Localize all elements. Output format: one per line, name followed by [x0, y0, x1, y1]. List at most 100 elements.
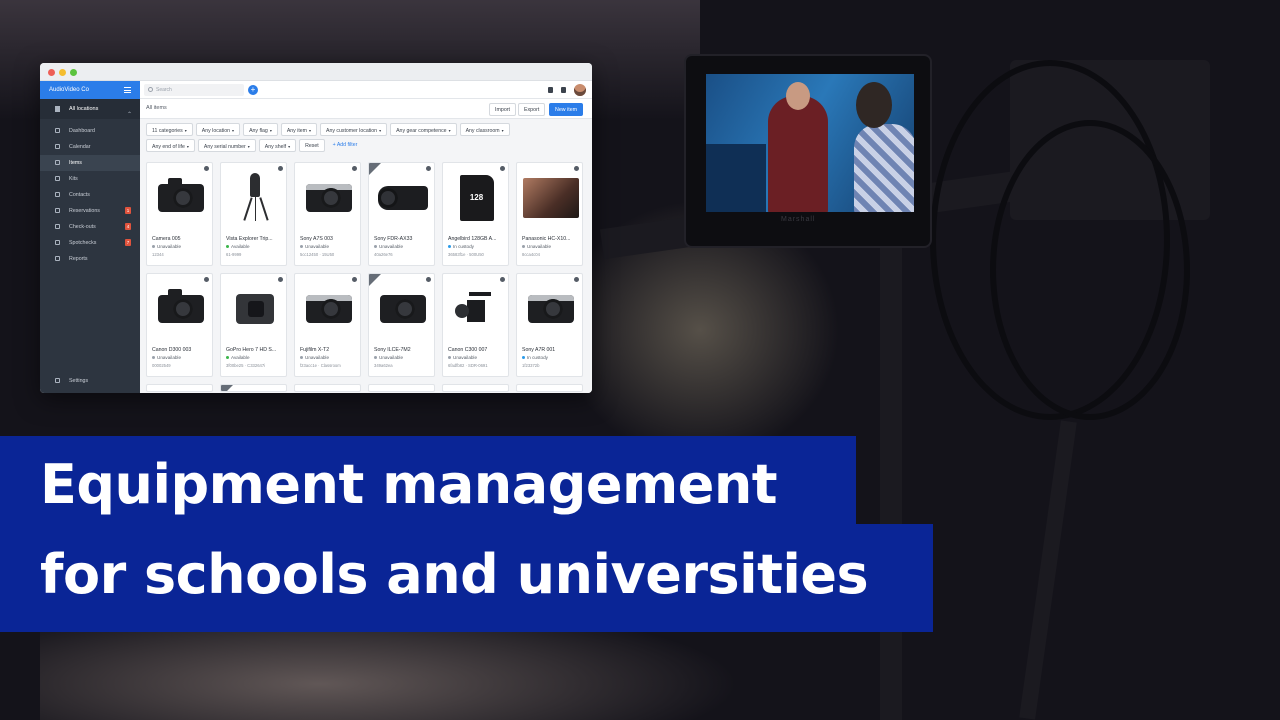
item-name: Sony ILCE-7M2: [374, 347, 411, 353]
quick-add-button[interactable]: +: [248, 85, 258, 95]
sidebar-item-settings[interactable]: Settings: [40, 373, 140, 389]
select-checkbox[interactable]: [574, 277, 579, 282]
item-card[interactable]: Vista Explorer Trip... Available 61-9999: [220, 162, 287, 266]
item-name: Angelbird 128GB A...: [448, 236, 497, 242]
sidebar-item-label: Check-outs: [69, 224, 96, 230]
item-card[interactable]: Sony ILCE-7M2 Unavailable 349a62ea: [368, 273, 435, 377]
item-card[interactable]: Panasonic HC-X10... Unavailable 8cca4c04: [516, 162, 583, 266]
item-thumbnail: [521, 170, 580, 225]
item-card[interactable]: [516, 384, 583, 392]
sidebar-item-items[interactable]: Items: [40, 155, 140, 171]
filter-bar: 11 categories ▾ Any location ▾ Any flag ▾ A…: [140, 119, 560, 152]
import-button[interactable]: Import: [489, 103, 517, 116]
filter-label: Any item: [286, 128, 308, 134]
mirrorless-camera-icon: [305, 294, 352, 323]
add-filter-link[interactable]: + Add filter: [328, 139, 363, 152]
new-item-button[interactable]: New item: [549, 103, 584, 116]
select-checkbox[interactable]: [500, 166, 505, 171]
presenter-head: [786, 82, 810, 110]
item-name: Canon C300 007: [448, 347, 488, 353]
filter-customer-location[interactable]: Any customer location ▾: [320, 123, 388, 136]
filter-location[interactable]: Any location ▾: [195, 123, 241, 136]
export-button[interactable]: Export: [518, 103, 546, 116]
item-card[interactable]: Canon D300 003 Unavailable 00002549: [146, 273, 213, 377]
items-icon: [55, 160, 60, 165]
gear-icon: [55, 378, 60, 383]
item-card[interactable]: Canon C300 007 Unavailable 6fadfb82 · SD…: [442, 273, 509, 377]
item-card[interactable]: GoPro Hero 7 HD S... Available 3f00be25 …: [220, 273, 287, 377]
count-badge: 7: [125, 239, 131, 246]
item-thumbnail: [373, 281, 432, 336]
select-checkbox[interactable]: [278, 277, 283, 282]
item-status: Unavailable: [374, 355, 403, 360]
caret-down-icon: ▾: [247, 144, 250, 149]
filter-label: Any customer location: [326, 128, 378, 134]
spotchecks-icon: [55, 240, 60, 245]
select-checkbox[interactable]: [204, 277, 209, 282]
monitor-brand: Marshall: [781, 216, 816, 223]
location-selector[interactable]: All locations ⌃: [40, 99, 140, 119]
filter-label: Any shelf: [264, 144, 287, 150]
filter-shelf[interactable]: Any shelf ▾: [258, 139, 297, 152]
sidebar-item-reports[interactable]: Reports: [40, 251, 140, 267]
item-card[interactable]: 128 Angelbird 128GB A... In custody 3658…: [442, 162, 509, 266]
item-card[interactable]: Sony A7R 001 In custody 1f23372b: [516, 273, 583, 377]
headline-line-1: Equipment management: [40, 453, 778, 516]
sidebar-item-reservations[interactable]: Reservations 1: [40, 203, 140, 219]
select-checkbox[interactable]: [426, 166, 431, 171]
dashboard-icon: [55, 128, 60, 133]
minimize-window-button[interactable]: [59, 69, 66, 76]
sidebar-item-kits[interactable]: Kits: [40, 171, 140, 187]
filter-item[interactable]: Any item ▾: [280, 123, 318, 136]
studio-chair: [706, 144, 766, 212]
item-meta: 5cc12450 · 15U50: [300, 252, 335, 257]
select-checkbox[interactable]: [352, 166, 357, 171]
close-window-button[interactable]: [48, 69, 55, 76]
item-card[interactable]: [146, 384, 213, 392]
sidebar-item-spotchecks[interactable]: Spotchecks 7: [40, 235, 140, 251]
item-status: Available: [226, 355, 250, 360]
item-card[interactable]: [442, 384, 509, 392]
filter-label: 11 categories: [152, 128, 183, 134]
count-badge: 1: [125, 207, 131, 214]
select-checkbox[interactable]: [204, 166, 209, 171]
filter-label: Any location: [201, 128, 231, 134]
item-thumbnail: [151, 170, 210, 225]
item-card[interactable]: Sony A7S 003 Unavailable 5cc12450 · 15U5…: [294, 162, 361, 266]
filter-categories[interactable]: 11 categories ▾: [146, 123, 193, 136]
select-checkbox[interactable]: [500, 277, 505, 282]
sidebar-item-calendar[interactable]: Calendar: [40, 139, 140, 155]
select-checkbox[interactable]: [352, 277, 357, 282]
maximize-window-button[interactable]: [70, 69, 77, 76]
sidebar-item-dashboard[interactable]: Dashboard: [40, 123, 140, 139]
filter-end-of-life[interactable]: Any end of life ▾: [146, 139, 195, 152]
lightning-icon[interactable]: [548, 87, 553, 93]
search-input[interactable]: Search: [144, 84, 244, 96]
item-card[interactable]: Sony FDR-AX33 Unavailable 40a26e76: [368, 162, 435, 266]
select-checkbox[interactable]: [278, 166, 283, 171]
item-card[interactable]: [294, 384, 361, 392]
item-card[interactable]: Fujifilm X-T2 Unavailable f23acc1e · Cla…: [294, 273, 361, 377]
item-card[interactable]: Camera 005 Unavailable 12344: [146, 162, 213, 266]
filter-flag[interactable]: Any flag ▾: [243, 123, 278, 136]
reset-button[interactable]: Reset: [299, 139, 325, 152]
item-meta: 12344: [152, 252, 164, 257]
reservations-icon: [55, 208, 60, 213]
item-meta: 00002549: [152, 363, 171, 368]
hamburger-menu-icon[interactable]: [124, 87, 131, 93]
item-name: Vista Explorer Trip...: [226, 236, 273, 242]
item-card[interactable]: [220, 384, 287, 392]
sidebar-item-contacts[interactable]: Contacts: [40, 187, 140, 203]
filter-gear-competence[interactable]: Any gear competence ▾: [390, 123, 457, 136]
filter-serial-number[interactable]: Any serial number ▾: [197, 139, 256, 152]
caret-down-icon: ▾: [288, 144, 291, 149]
item-card[interactable]: [368, 384, 435, 392]
select-checkbox[interactable]: [426, 277, 431, 282]
sidebar-item-check-outs[interactable]: Check-outs 4: [40, 219, 140, 235]
item-thumbnail: 128: [447, 170, 506, 225]
item-name: Fujifilm X-T2: [300, 347, 330, 353]
select-checkbox[interactable]: [574, 166, 579, 171]
bell-icon[interactable]: [561, 87, 566, 93]
avatar[interactable]: [574, 84, 586, 96]
filter-classroom[interactable]: Any classroom ▾: [459, 123, 510, 136]
